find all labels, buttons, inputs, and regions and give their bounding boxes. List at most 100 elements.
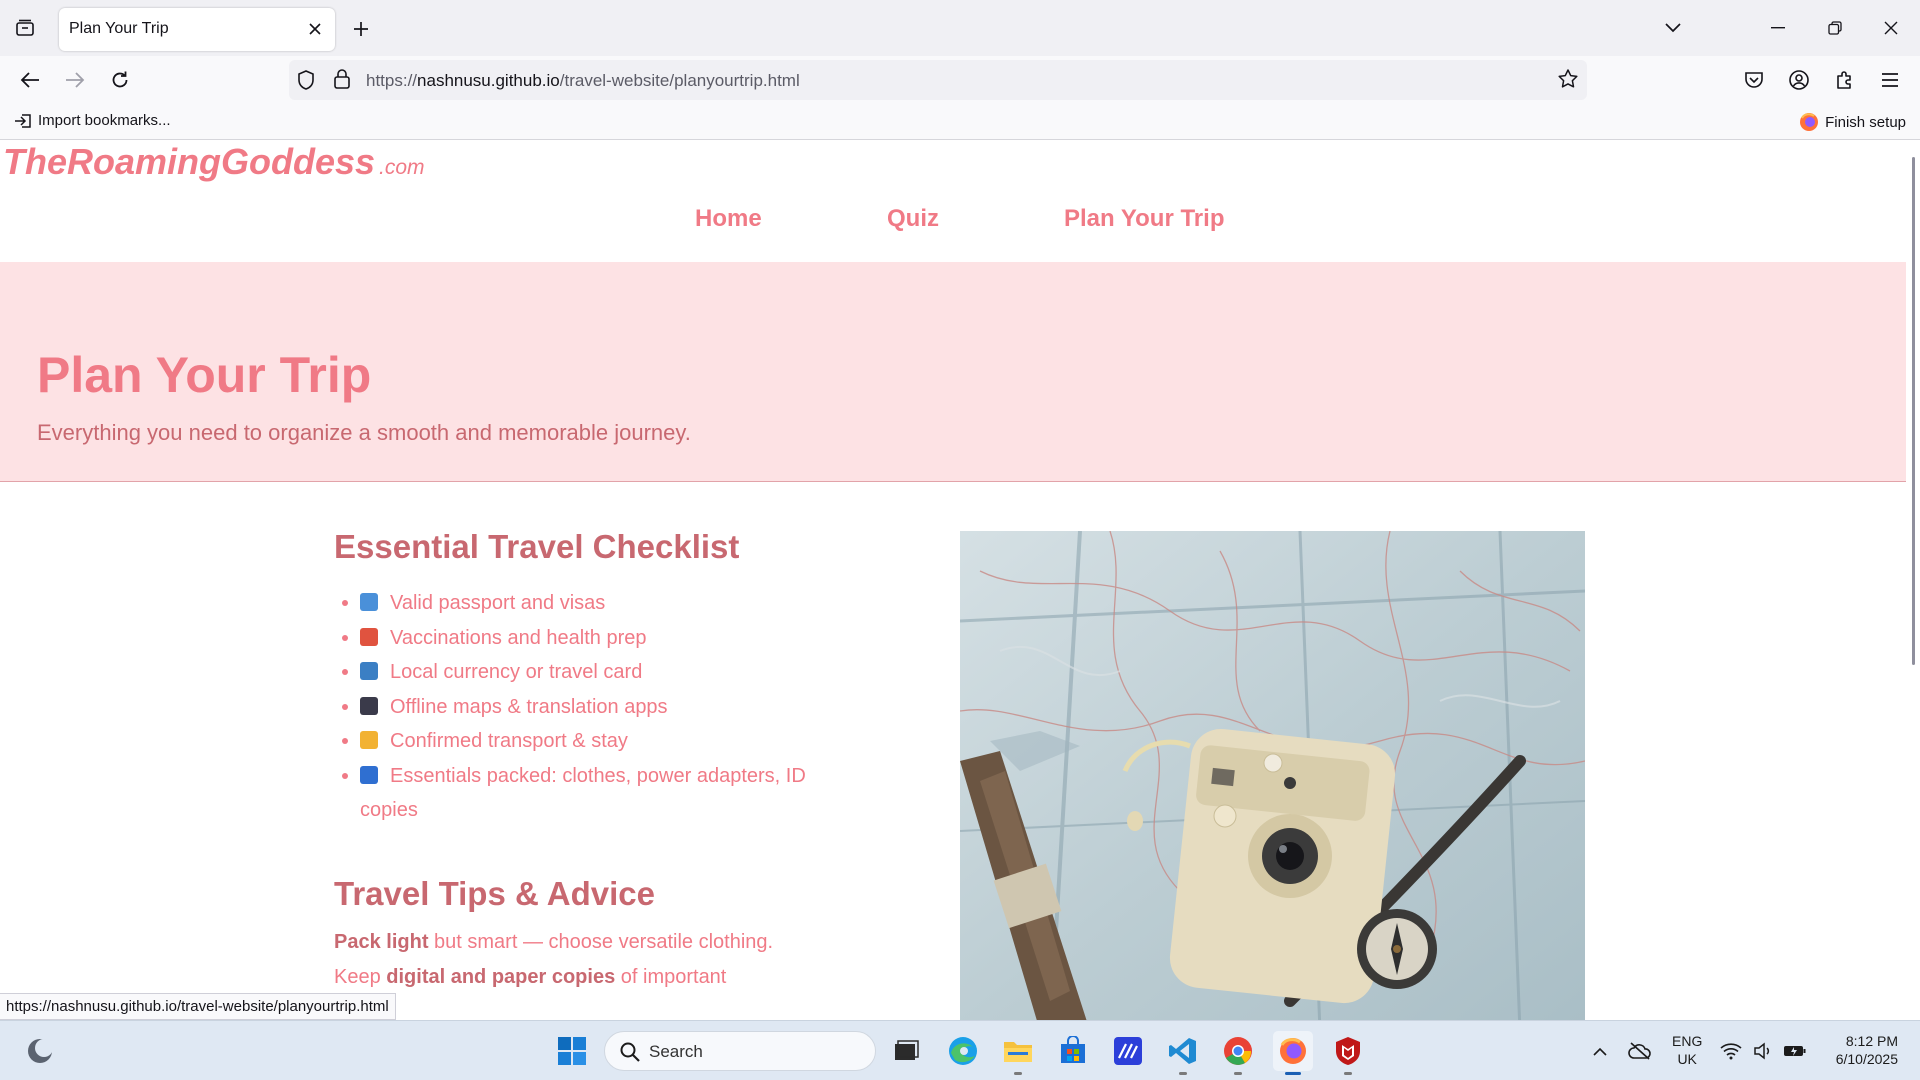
scrollbar-thumb[interactable] [1912, 157, 1915, 665]
search-icon [620, 1042, 640, 1062]
taskbar-mcafee[interactable] [1328, 1031, 1368, 1075]
taskbar-file-explorer[interactable] [998, 1031, 1038, 1075]
taskbar-search-box[interactable]: Search [604, 1031, 876, 1071]
site-navigation: Home Quiz Plan Your Trip [0, 205, 1906, 235]
pocket-button[interactable] [1736, 62, 1772, 98]
travel-photo [960, 531, 1585, 1020]
running-indicator [1344, 1072, 1352, 1075]
tab-title: Plan Your Trip [69, 20, 169, 37]
hero-banner: Plan Your Trip Everything you need to or… [0, 262, 1906, 482]
firefox-icon [1800, 113, 1819, 131]
nav-link-plan-your-trip[interactable]: Plan Your Trip [1064, 205, 1224, 233]
tip-copies-bold: digital and paper copies [386, 965, 616, 988]
volume-button[interactable] [1748, 1031, 1778, 1071]
show-hidden-icons-button[interactable] [1582, 1031, 1618, 1071]
taskbar-chrome[interactable] [1218, 1031, 1258, 1075]
reload-button[interactable] [102, 62, 138, 98]
cloud-offline-icon [1628, 1042, 1651, 1060]
taskbar-edge[interactable] [943, 1031, 983, 1071]
tab-plan-your-trip[interactable]: Plan Your Trip [59, 8, 335, 51]
url-prefix: https:// [366, 71, 418, 90]
extensions-button[interactable] [1827, 62, 1863, 98]
page-subtitle: Everything you need to organize a smooth… [37, 420, 691, 445]
link-status-tooltip: https://nashnusu.github.io/travel-websit… [0, 993, 396, 1020]
onedrive-button[interactable] [1622, 1031, 1658, 1071]
restore-button[interactable] [1812, 10, 1858, 46]
input-language-indicator[interactable]: ENG UK [1672, 1032, 1702, 1068]
checklist-list: Valid passport and visas Vaccinations and… [334, 586, 854, 828]
wifi-button[interactable] [1716, 1031, 1746, 1071]
new-tab-button[interactable] [346, 14, 376, 44]
lock-icon[interactable] [332, 68, 352, 95]
taskbar-clock[interactable]: 8:12 PM 6/10/2025 [1822, 1032, 1898, 1068]
tab-close-button[interactable] [303, 17, 327, 41]
shield-icon[interactable] [295, 69, 317, 96]
import-icon [15, 113, 31, 128]
tab-list-button[interactable] [10, 14, 40, 42]
navigation-toolbar: https://nashnusu.github.io/travel-websit… [0, 56, 1920, 104]
site-logo[interactable]: TheRoamingGoddess .com [3, 141, 425, 183]
back-button[interactable] [12, 62, 48, 98]
taskbar-editor-app[interactable] [1108, 1031, 1148, 1071]
menu-button[interactable] [1872, 62, 1908, 98]
page-viewport: TheRoamingGoddess .com Home Quiz Plan You… [0, 141, 1906, 1020]
nav-link-home[interactable]: Home [695, 205, 762, 233]
widgets-button[interactable] [20, 1031, 60, 1071]
wifi-icon [1720, 1043, 1742, 1060]
ticket-icon [360, 731, 378, 749]
checklist-item: Valid passport and visas [334, 586, 854, 621]
taskbar-store[interactable] [1053, 1031, 1093, 1071]
forward-button[interactable] [57, 62, 93, 98]
checklist-item-text: Confirmed transport & stay [390, 730, 628, 752]
tip-copies-rest: of important [615, 965, 727, 988]
vscode-icon [1169, 1038, 1196, 1064]
close-window-button[interactable] [1868, 10, 1914, 46]
luggage-icon [360, 765, 378, 784]
taskbar-search-placeholder: Search [649, 1042, 703, 1061]
finish-setup-button[interactable]: Finish setup [1799, 112, 1906, 132]
hamburger-icon [1882, 73, 1898, 87]
url-host: nashnusu.github.io [417, 71, 560, 90]
reload-icon [112, 71, 128, 88]
taskbar-vscode[interactable] [1163, 1031, 1203, 1075]
folder-icon [1004, 1042, 1032, 1062]
checklist-item: Essentials packed: clothes, power adapte… [334, 759, 854, 828]
checklist-item-text: Local currency or travel card [390, 661, 643, 683]
restore-icon [1828, 21, 1842, 35]
tab-strip: Plan Your Trip [0, 0, 1920, 56]
tips-heading: Travel Tips & Advice [334, 874, 655, 912]
import-bookmarks-button[interactable]: Import bookmarks... [14, 112, 171, 129]
tab-list-icon [16, 19, 34, 36]
bookmark-star-button[interactable] [1557, 68, 1579, 95]
windows-taskbar: Search ENG UK 8:12 PM 6/10/2025 [0, 1020, 1920, 1080]
checklist-item-text: Offline maps & translation apps [390, 695, 668, 718]
editor-app-icon [1114, 1037, 1142, 1065]
puzzle-icon [1837, 71, 1851, 89]
task-view-button[interactable] [886, 1031, 926, 1071]
import-bookmarks-label: Import bookmarks... [38, 112, 171, 129]
nav-link-quiz[interactable]: Quiz [887, 205, 939, 233]
url-text[interactable]: https://nashnusu.github.io/travel-websit… [366, 71, 800, 91]
checklist-item-text: Vaccinations and health prep [390, 626, 647, 649]
taskbar-firefox[interactable] [1273, 1031, 1313, 1075]
pill-icon [360, 627, 378, 646]
start-button[interactable] [552, 1031, 592, 1071]
firefox-icon [1280, 1038, 1306, 1064]
list-all-tabs-button[interactable] [1658, 14, 1688, 42]
running-indicator [1179, 1072, 1187, 1075]
checklist-heading: Essential Travel Checklist [334, 528, 740, 565]
logo-tld-text: .com [379, 156, 425, 179]
credit-card-icon [360, 662, 378, 680]
minimize-icon [1771, 27, 1785, 29]
page-title: Plan Your Trip [37, 347, 372, 403]
chevron-down-icon [1665, 23, 1681, 33]
minimize-button[interactable] [1755, 10, 1801, 46]
mcafee-shield-icon [1336, 1037, 1360, 1065]
address-bar[interactable]: https://nashnusu.github.io/travel-websit… [289, 60, 1587, 100]
account-button[interactable] [1781, 62, 1817, 98]
plus-icon [354, 22, 368, 36]
edge-icon [949, 1037, 977, 1065]
battery-button[interactable] [1780, 1031, 1810, 1071]
page-scrollbar[interactable] [1906, 141, 1920, 1020]
url-path: /travel-website/planyourtrip.html [559, 71, 800, 90]
